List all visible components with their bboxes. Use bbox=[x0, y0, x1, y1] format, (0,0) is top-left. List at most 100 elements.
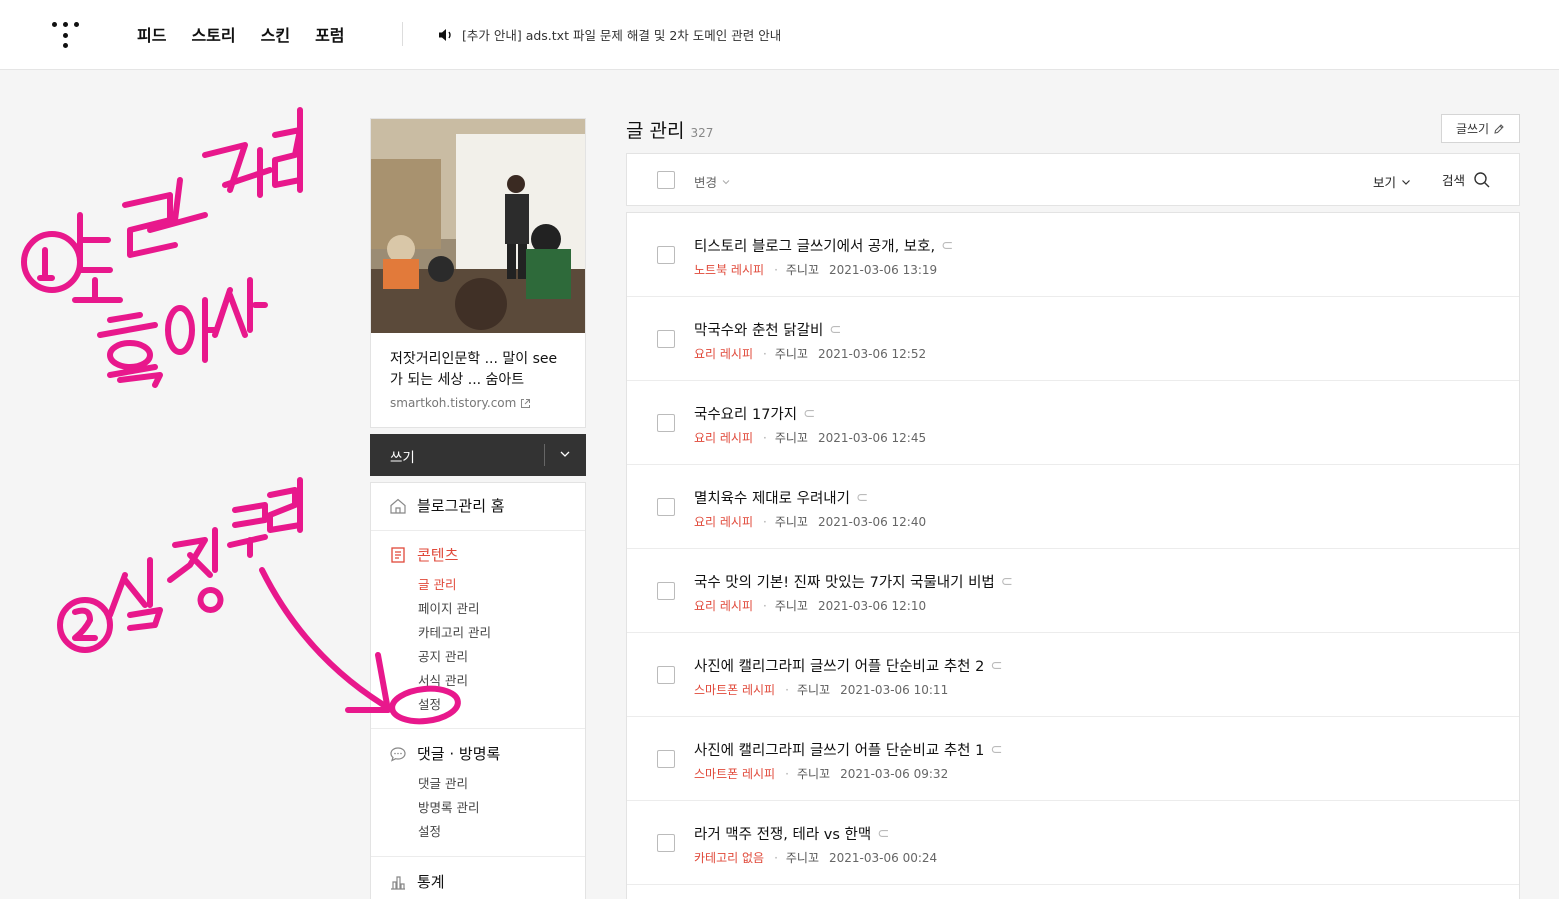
post-row[interactable]: 사진에 캘리그라피 글쓰기 어플 단순비교 추천 1 ⊂ 스마트폰 레시피 · 주니꼬… bbox=[627, 717, 1519, 801]
document-icon bbox=[391, 546, 405, 563]
post-title[interactable]: 사진에 캘리그라피 글쓰기 어플 단순비교 추천 1 bbox=[694, 739, 984, 760]
post-date: 2021-03-06 12:52 bbox=[817, 346, 927, 361]
notice-banner[interactable]: [추가 안내] ads.txt 파일 문제 해결 및 2차 도메인 관련 안내 bbox=[438, 25, 781, 44]
post-category[interactable]: 스마트폰 레시피 bbox=[694, 681, 775, 698]
tistory-logo-icon[interactable] bbox=[52, 20, 80, 48]
paperclip-icon: ⊂ bbox=[990, 657, 1003, 674]
post-checkbox[interactable] bbox=[657, 582, 675, 600]
menu-divider bbox=[371, 856, 585, 857]
post-category[interactable]: 요리 레시피 bbox=[694, 513, 753, 530]
post-category[interactable]: 노트북 레시피 bbox=[694, 261, 764, 278]
view-label: 보기 bbox=[1373, 175, 1397, 190]
sidebar-item-guestbook-manage[interactable]: 방명록 관리 bbox=[418, 797, 479, 816]
blog-url[interactable]: smartkoh.tistory.com bbox=[390, 396, 531, 410]
top-bar: 피드 스토리 스킨 포럼 [추가 안내] ads.txt 파일 문제 해결 및 … bbox=[0, 0, 1559, 70]
post-author: 주니꼬 bbox=[774, 431, 808, 445]
sidebar-item-stats[interactable]: 통계 bbox=[389, 871, 445, 892]
post-date: 2021-03-06 00:24 bbox=[829, 850, 938, 865]
menu-divider bbox=[371, 530, 585, 531]
pencil-icon bbox=[1494, 123, 1504, 134]
post-checkbox[interactable] bbox=[657, 498, 675, 516]
meta-separator: · bbox=[774, 850, 778, 865]
post-title[interactable]: 티스토리 블로그 글쓰기에서 공개, 보호, bbox=[694, 235, 935, 256]
main-nav: 피드 스토리 스킨 포럼 bbox=[137, 22, 345, 46]
sidebar-item-home[interactable]: 블로그관리 홈 bbox=[389, 495, 505, 516]
post-title[interactable]: 막국수와 춘천 닭갈비 bbox=[694, 319, 823, 340]
post-date: 2021-03-06 12:40 bbox=[817, 514, 927, 529]
meta-separator: · bbox=[774, 262, 778, 277]
write-post-label: 글쓰기 bbox=[1455, 122, 1490, 136]
blog-title[interactable]: 저잣거리인문학 ... 말이 see가 되는 세상 ... 숨아트 bbox=[390, 349, 570, 391]
write-bar: 쓰기 bbox=[370, 434, 586, 476]
nav-forum[interactable]: 포럼 bbox=[315, 22, 344, 46]
post-checkbox[interactable] bbox=[657, 330, 675, 348]
post-row[interactable]: 국수 맛의 기본! 진짜 맛있는 7가지 국물내기 비법 ⊂ 요리 레시피 · 주니꼬… bbox=[627, 549, 1519, 633]
post-author: 주니꼬 bbox=[796, 767, 831, 781]
post-date: 2021-03-06 12:45 bbox=[817, 430, 927, 445]
paperclip-icon: ⊂ bbox=[990, 741, 1003, 758]
sidebar-item-template-manage[interactable]: 서식 관리 bbox=[418, 670, 468, 689]
post-row[interactable]: 국수요리 17가지 ⊂ 요리 레시피 · 주니꼬 2021-03-06 12:45 bbox=[627, 381, 1519, 465]
paperclip-icon: ⊂ bbox=[1000, 573, 1013, 590]
post-row[interactable]: 티스토리 블로그 글쓰기에서 공개, 보호, ⊂ 노트북 레시피 · 주니꼬 2021-… bbox=[627, 213, 1519, 297]
view-dropdown[interactable]: 보기 bbox=[1373, 172, 1412, 191]
post-title[interactable]: 국수요리 17가지 bbox=[694, 403, 797, 424]
sidebar-item-comments[interactable]: 댓글 · 방명록 bbox=[389, 743, 500, 764]
sidebar-menu: 블로그관리 홈 콘텐츠 글 관리 페이지 관리 카테고리 관리 공지 관리 서식… bbox=[370, 482, 586, 899]
post-checkbox[interactable] bbox=[657, 246, 675, 264]
post-category[interactable]: 요리 레시피 bbox=[694, 429, 753, 446]
write-bar-divider bbox=[544, 444, 545, 466]
sidebar-item-content-settings[interactable]: 설정 bbox=[418, 694, 441, 713]
blog-profile-card[interactable]: 저잣거리인문학 ... 말이 see가 되는 세상 ... 숨아트 smartk… bbox=[370, 118, 586, 428]
sidebar-item-post-manage[interactable]: 글 관리 bbox=[418, 574, 456, 593]
sidebar-item-comment-manage[interactable]: 댓글 관리 bbox=[418, 773, 468, 792]
post-category[interactable]: 스마트폰 레시피 bbox=[694, 765, 775, 782]
post-checkbox[interactable] bbox=[657, 666, 675, 684]
post-category[interactable]: 요리 레시피 bbox=[694, 597, 753, 614]
select-all-checkbox[interactable] bbox=[657, 171, 675, 189]
post-title[interactable]: 사진에 캘리그라피 글쓰기 어플 단순비교 추천 2 bbox=[694, 655, 984, 676]
post-title[interactable]: 멸치육수 제대로 우려내기 bbox=[694, 487, 850, 508]
sidebar-item-comment-settings[interactable]: 설정 bbox=[418, 821, 441, 840]
menu-divider bbox=[371, 728, 585, 729]
notice-text: [추가 안내] ads.txt 파일 문제 해결 및 2차 도메인 관련 안내 bbox=[462, 28, 782, 43]
post-checkbox[interactable] bbox=[657, 750, 675, 768]
search-button[interactable]: 검색 bbox=[1442, 170, 1491, 189]
post-author: 주니꼬 bbox=[774, 515, 808, 529]
post-checkbox[interactable] bbox=[657, 414, 675, 432]
post-author: 주니꼬 bbox=[796, 683, 831, 697]
meta-separator: · bbox=[763, 346, 767, 361]
change-dropdown[interactable]: 변경 bbox=[694, 172, 731, 191]
blog-profile-photo bbox=[371, 119, 585, 333]
post-author: 주니꼬 bbox=[774, 599, 808, 613]
nav-skin[interactable]: 스킨 bbox=[261, 22, 290, 46]
post-row[interactable]: 사진에 캘리그라피 글쓰기 어플 단순비교 추천 2 ⊂ 스마트폰 레시피 · 주니꼬… bbox=[627, 633, 1519, 717]
speaker-icon bbox=[439, 28, 451, 41]
post-title[interactable]: 라거 맥주 전쟁, 테라 vs 한맥 bbox=[694, 823, 871, 844]
sidebar-item-page-manage[interactable]: 페이지 관리 bbox=[418, 598, 479, 617]
chevron-down-icon[interactable] bbox=[558, 447, 572, 461]
write-post-button[interactable]: 글쓰기 bbox=[1441, 114, 1520, 143]
nav-feed[interactable]: 피드 bbox=[137, 22, 166, 46]
post-category[interactable]: 요리 레시피 bbox=[694, 345, 753, 362]
post-row[interactable]: 멸치육수 제대로 우려내기 ⊂ 요리 레시피 · 주니꼬 2021-03-06 12:4… bbox=[627, 465, 1519, 549]
post-category[interactable]: 카테고리 없음 bbox=[694, 849, 764, 866]
sidebar-item-content[interactable]: 콘텐츠 bbox=[389, 544, 458, 565]
change-label: 변경 bbox=[694, 175, 718, 190]
paperclip-icon: ⊂ bbox=[877, 825, 890, 842]
post-list: 티스토리 블로그 글쓰기에서 공개, 보호, ⊂ 노트북 레시피 · 주니꼬 2021-… bbox=[626, 212, 1520, 899]
post-title[interactable]: 국수 맛의 기본! 진짜 맛있는 7가지 국물내기 비법 bbox=[694, 571, 995, 592]
blog-url-text: smartkoh.tistory.com bbox=[390, 396, 517, 410]
nav-story[interactable]: 스토리 bbox=[191, 22, 235, 46]
chevron-down-icon bbox=[1402, 179, 1410, 185]
post-row[interactable]: 막국수와 춘천 닭갈비 ⊂ 요리 레시피 · 주니꼬 2021-03-06 12:52 bbox=[627, 297, 1519, 381]
meta-separator: · bbox=[785, 682, 789, 697]
write-button[interactable]: 쓰기 bbox=[390, 446, 415, 466]
post-row[interactable]: 라거 맥주 전쟁, 테라 vs 한맥 ⊂ 카테고리 없음 · 주니꼬 2021-03-0… bbox=[627, 801, 1519, 885]
post-checkbox[interactable] bbox=[657, 834, 675, 852]
post-author: 주니꼬 bbox=[785, 851, 820, 865]
sidebar-item-category-manage[interactable]: 카테고리 관리 bbox=[418, 622, 491, 641]
post-author: 주니꼬 bbox=[774, 347, 808, 361]
paperclip-icon: ⊂ bbox=[829, 321, 842, 338]
sidebar-item-notice-manage[interactable]: 공지 관리 bbox=[418, 646, 468, 665]
